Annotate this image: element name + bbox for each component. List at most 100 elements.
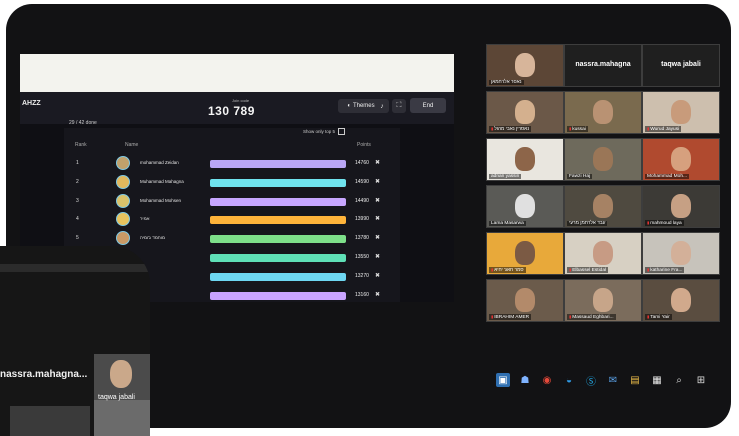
chrome-icon[interactable]: ◉	[540, 373, 554, 387]
participant-video	[593, 241, 613, 265]
player-rank: 1	[76, 160, 79, 166]
participant-video	[671, 241, 691, 265]
fullscreen-icon: ⛶	[396, 102, 402, 109]
overlay-tile-2	[94, 400, 150, 436]
player-points: 13160	[355, 291, 369, 298]
participant-tile[interactable]: katharine Fra...	[642, 232, 720, 275]
participant-tile[interactable]: נאסרין נאבי מהול	[486, 91, 564, 134]
participant-display-name: nassra.mahagna	[575, 61, 631, 68]
remove-player-icon[interactable]: ✖	[375, 197, 380, 204]
task-view-icon[interactable]: ▣	[496, 373, 510, 387]
participant-name: נאסרין נאבי מהול	[489, 126, 532, 132]
edge-icon[interactable]: ◒	[562, 373, 576, 387]
participant-video	[593, 100, 613, 124]
player-points: 13270	[355, 272, 369, 279]
participant-tile[interactable]: Elbassel Estidal	[564, 232, 642, 275]
leaderboard-row: 3 Mohammad Mohsen 14490 ✖	[64, 193, 400, 210]
show-top-checkbox[interactable]	[338, 128, 346, 135]
leaderboard-row: 2 Muhammad Mahagna 14590 ✖	[64, 174, 400, 191]
player-rank: 5	[76, 235, 79, 242]
participant-tile[interactable]: taqwa jabali	[642, 44, 720, 87]
windows-icon[interactable]: ⊞	[694, 373, 708, 387]
progress-text: 29 / 42 done	[69, 120, 97, 126]
player-avatar	[116, 212, 130, 227]
remove-player-icon[interactable]: ✖	[375, 291, 380, 298]
participant-name: katharine Fra...	[645, 267, 685, 273]
overlay-tile-3	[10, 406, 90, 436]
player-avatar	[116, 231, 130, 246]
mail-icon[interactable]: ✉	[606, 373, 620, 387]
player-avatar	[116, 193, 130, 208]
participant-tile[interactable]: mahmoud laya	[642, 185, 720, 228]
player-points: 14590	[355, 178, 369, 185]
participant-name: Massaud Eghbari...	[567, 314, 616, 320]
participant-name: נאסר אלרחמאן	[489, 80, 524, 85]
participant-video	[671, 194, 691, 218]
store-icon[interactable]: ▦	[650, 373, 664, 387]
participant-video	[515, 147, 535, 171]
people-icon[interactable]: ☗	[518, 373, 532, 387]
folder-icon[interactable]: ▤	[628, 373, 642, 387]
participant-video	[593, 288, 613, 312]
participant-name: IBRAHIM AMER	[489, 314, 532, 320]
participant-tile[interactable]: Fawzi Haj	[564, 138, 642, 181]
player-score-bar	[210, 160, 346, 168]
participant-tile[interactable]: nassra.mahagna	[564, 44, 642, 87]
remove-player-icon[interactable]: ✖	[375, 234, 380, 241]
leaderboard-row: 5 מוחמד ג'ומיה 13780 ✖	[64, 231, 400, 247]
player-score-bar	[210, 216, 346, 225]
end-button[interactable]: End	[410, 98, 446, 113]
skype-icon[interactable]: Ⓢ	[584, 373, 598, 388]
player-points: 14490	[355, 197, 369, 204]
overlay-participant-name: nassra.mahagna...	[0, 369, 88, 380]
player-score-bar	[210, 291, 346, 300]
participant-tile[interactable]: Massaud Eghbari...	[564, 279, 642, 322]
participant-tile[interactable]: IBRAHIM AMER	[486, 279, 564, 322]
participant-tile[interactable]: סמר חאג' יחיא	[486, 232, 564, 275]
player-rank: 2	[76, 178, 79, 185]
player-rank: 3	[76, 197, 79, 204]
participant-tile[interactable]: נאסר אלרחמאן	[486, 44, 564, 87]
participant-video	[593, 147, 613, 171]
player-name: אמיר	[140, 216, 150, 222]
remove-player-icon[interactable]: ✖	[375, 159, 380, 166]
participant-tile[interactable]: Wurud Jayusi	[642, 91, 720, 134]
player-points: 13550	[355, 254, 369, 260]
participant-name: mahmoud laya	[645, 220, 684, 226]
taskbar: ▣ ☗ ◉ ◒ Ⓢ ✉ ▤ ▦ ⌕ ⊞	[496, 369, 728, 391]
player-name: מוחמד ג'ומיה	[140, 235, 166, 241]
participant-tile[interactable]: kussai	[564, 91, 642, 134]
fullscreen-button[interactable]: ⛶	[392, 99, 406, 113]
player-score-bar	[210, 197, 346, 206]
participant-name: Wurud Jayusi	[645, 126, 682, 132]
participant-tile[interactable]: Mohammad Moh...	[642, 138, 720, 181]
player-score-bar	[210, 178, 346, 187]
participant-video	[593, 194, 613, 218]
show-top-toggle[interactable]: Show only top 5	[303, 128, 346, 135]
player-rank: 4	[76, 216, 79, 223]
remove-player-icon[interactable]: ✖	[375, 272, 380, 279]
participant-video	[671, 147, 691, 171]
participant-tile[interactable]: adnan yassin	[486, 138, 564, 181]
participant-tile[interactable]: Tami Yair	[642, 279, 720, 322]
participant-tile[interactable]: Lama Masarwa	[486, 185, 564, 228]
remove-player-icon[interactable]: ✖	[375, 253, 380, 260]
participant-name: kussai	[567, 126, 588, 132]
participant-video	[671, 288, 691, 312]
remove-player-icon[interactable]: ✖	[375, 178, 380, 185]
player-points: 14760	[355, 160, 369, 166]
player-avatar	[116, 174, 130, 189]
overlay-photo: nassra.mahagna... taqwa jabali	[0, 246, 150, 436]
remove-player-icon[interactable]: ✖	[375, 215, 380, 222]
participant-name: עבד אלרחמן מרעי	[567, 221, 608, 226]
search-icon[interactable]: ⌕	[672, 373, 686, 387]
participant-name: adnan yassin	[489, 174, 522, 179]
player-name: Muhammad Mahagna	[140, 178, 184, 184]
sound-button[interactable]: ♪	[375, 99, 389, 113]
participant-display-name: taqwa jabali	[661, 61, 701, 68]
participant-video	[515, 53, 535, 77]
rank-header: Rank	[75, 142, 87, 148]
participant-tile[interactable]: עבד אלרחמן מרעי	[564, 185, 642, 228]
leaderboard-row: 4 אמיר 13990 ✖	[64, 212, 400, 228]
player-score-bar	[210, 235, 346, 244]
